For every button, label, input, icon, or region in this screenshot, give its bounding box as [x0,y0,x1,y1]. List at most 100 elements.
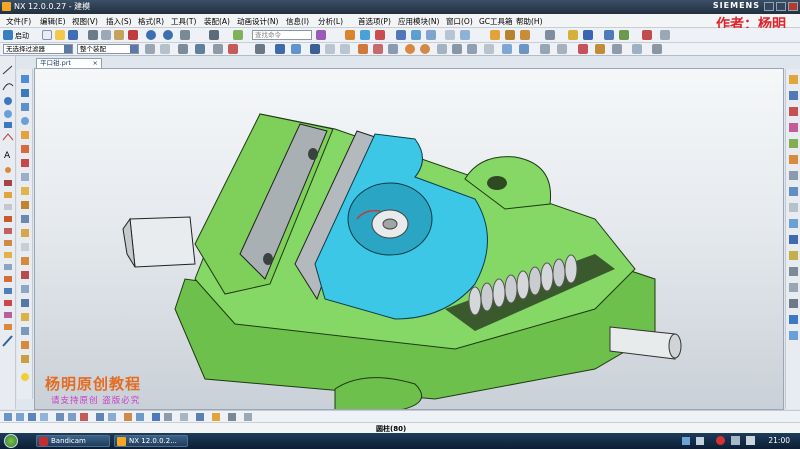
dimension-icon[interactable] [595,44,605,54]
maximize-button[interactable] [776,2,786,11]
more-icon[interactable] [660,30,670,40]
menu-view[interactable]: 视图(V) [72,16,98,27]
tab-close-icon[interactable]: × [93,59,98,68]
center-icon[interactable] [405,44,415,54]
cut-icon[interactable] [88,30,98,40]
start-button[interactable] [4,434,18,448]
tangent-icon[interactable] [452,44,462,54]
menu-info[interactable]: 信息(I) [286,16,309,27]
spline-icon[interactable] [373,44,383,54]
line-icon-2[interactable] [340,44,350,54]
sketch-icon[interactable] [490,30,500,40]
angle-icon[interactable] [540,44,550,54]
curve-icon[interactable] [545,30,555,40]
point-icon[interactable] [437,44,447,54]
undo-icon[interactable] [146,30,156,40]
view-icon-1 [56,413,64,421]
network-icon[interactable] [682,437,690,445]
view-icon[interactable] [642,30,652,40]
circle-icon[interactable] [420,44,430,54]
snap-icon[interactable] [178,44,188,54]
line-icon[interactable] [325,44,335,54]
datum-axis-icon[interactable] [520,30,530,40]
start-button[interactable]: 启动 [15,31,29,41]
perpendicular-icon[interactable] [557,44,567,54]
midpoint-icon[interactable] [388,44,398,54]
window-icon[interactable] [233,30,243,40]
menu-preferences[interactable]: 首选项(P) [358,16,391,27]
assembly-icon[interactable] [619,30,629,40]
menu-insert[interactable]: 插入(S) [106,16,132,27]
repeat-icon[interactable] [180,30,190,40]
menu-application[interactable]: 应用模块(N) [398,16,439,27]
type-filter-value: 无选择过滤器 [6,45,45,53]
open-icon[interactable] [55,30,65,40]
scope-select[interactable]: 整个装配 [77,44,139,54]
command-search-input[interactable]: 查找命令 [252,30,312,40]
sphere-icon[interactable] [502,44,512,54]
new-icon[interactable] [42,30,52,40]
window-title: NX 12.0.0.27 - 建模 [14,2,91,11]
intersect-icon[interactable] [426,30,436,40]
hole-icon[interactable] [375,30,385,40]
graphics-viewport[interactable]: 杨明原创教程 请支持原创 盗版必究 [34,68,784,410]
select-all-icon[interactable] [145,44,155,54]
orient-icon[interactable] [275,44,285,54]
info-icon[interactable] [583,30,593,40]
menu-help[interactable]: 帮助(H) [516,16,543,27]
snap-point-icon[interactable] [310,44,320,54]
wave-icon[interactable] [632,44,642,54]
paste-icon[interactable] [114,30,124,40]
menu-gc-toolbox[interactable]: GC工具箱 [479,16,513,27]
boss-icon [21,173,29,181]
copy-icon[interactable] [101,30,111,40]
revolve-icon[interactable] [360,30,370,40]
analysis-icon[interactable] [604,30,614,40]
taskbar-item-bandicam[interactable]: Bandicam [36,435,110,447]
view-fit-icon[interactable] [255,44,265,54]
menu-edit[interactable]: 编辑(E) [40,16,66,27]
menu-assembly[interactable]: 装配(A) [204,16,230,27]
layer-icon[interactable] [209,30,219,40]
volume-icon[interactable] [746,436,755,445]
taskbar-item-nx[interactable]: NX 12.0.0.2... [114,435,188,447]
menu-animation[interactable]: 动画设计(N) [237,16,278,27]
chamfer-icon[interactable] [460,30,470,40]
tab-part-file[interactable]: 平口钳.prt × [36,58,102,68]
rotate-icon[interactable] [484,44,494,54]
follow-icon[interactable] [213,44,223,54]
render-style-icon[interactable] [291,44,301,54]
unite-icon[interactable] [396,30,406,40]
selection-intent-icon[interactable] [195,44,205,54]
touch-mode-icon[interactable] [316,30,326,40]
deselect-icon[interactable] [160,44,170,54]
type-filter-select[interactable]: 无选择过滤器 [3,44,73,54]
edge-blend-icon[interactable] [445,30,455,40]
menu-format[interactable]: 格式(R) [138,16,164,27]
record-icon[interactable] [716,436,725,445]
cross-icon[interactable] [652,44,662,54]
intersection-icon[interactable] [467,44,477,54]
tray-icon[interactable] [696,437,704,445]
dimension-tool-icon [4,288,12,294]
constraint-icon[interactable] [578,44,588,54]
menu-file[interactable]: 文件(F) [6,16,31,27]
menu-analysis[interactable]: 分析(L) [318,16,343,27]
left-sketch-toolbar: A [0,56,16,409]
menu-tools[interactable]: 工具(T) [171,16,196,27]
extrude-icon[interactable] [345,30,355,40]
display-icon[interactable] [731,436,740,445]
subtract-icon[interactable] [411,30,421,40]
curve-edit-icon[interactable] [612,44,622,54]
delete-icon[interactable] [128,30,138,40]
minimize-button[interactable] [764,2,774,11]
stop-icon[interactable] [228,44,238,54]
menu-window[interactable]: 窗口(O) [446,16,473,27]
shaded-icon[interactable] [519,44,529,54]
arc-icon[interactable] [358,44,368,54]
measure-icon[interactable] [568,30,578,40]
save-icon[interactable] [68,30,78,40]
redo-icon[interactable] [163,30,173,40]
datum-plane-icon[interactable] [505,30,515,40]
close-button[interactable] [788,2,798,11]
